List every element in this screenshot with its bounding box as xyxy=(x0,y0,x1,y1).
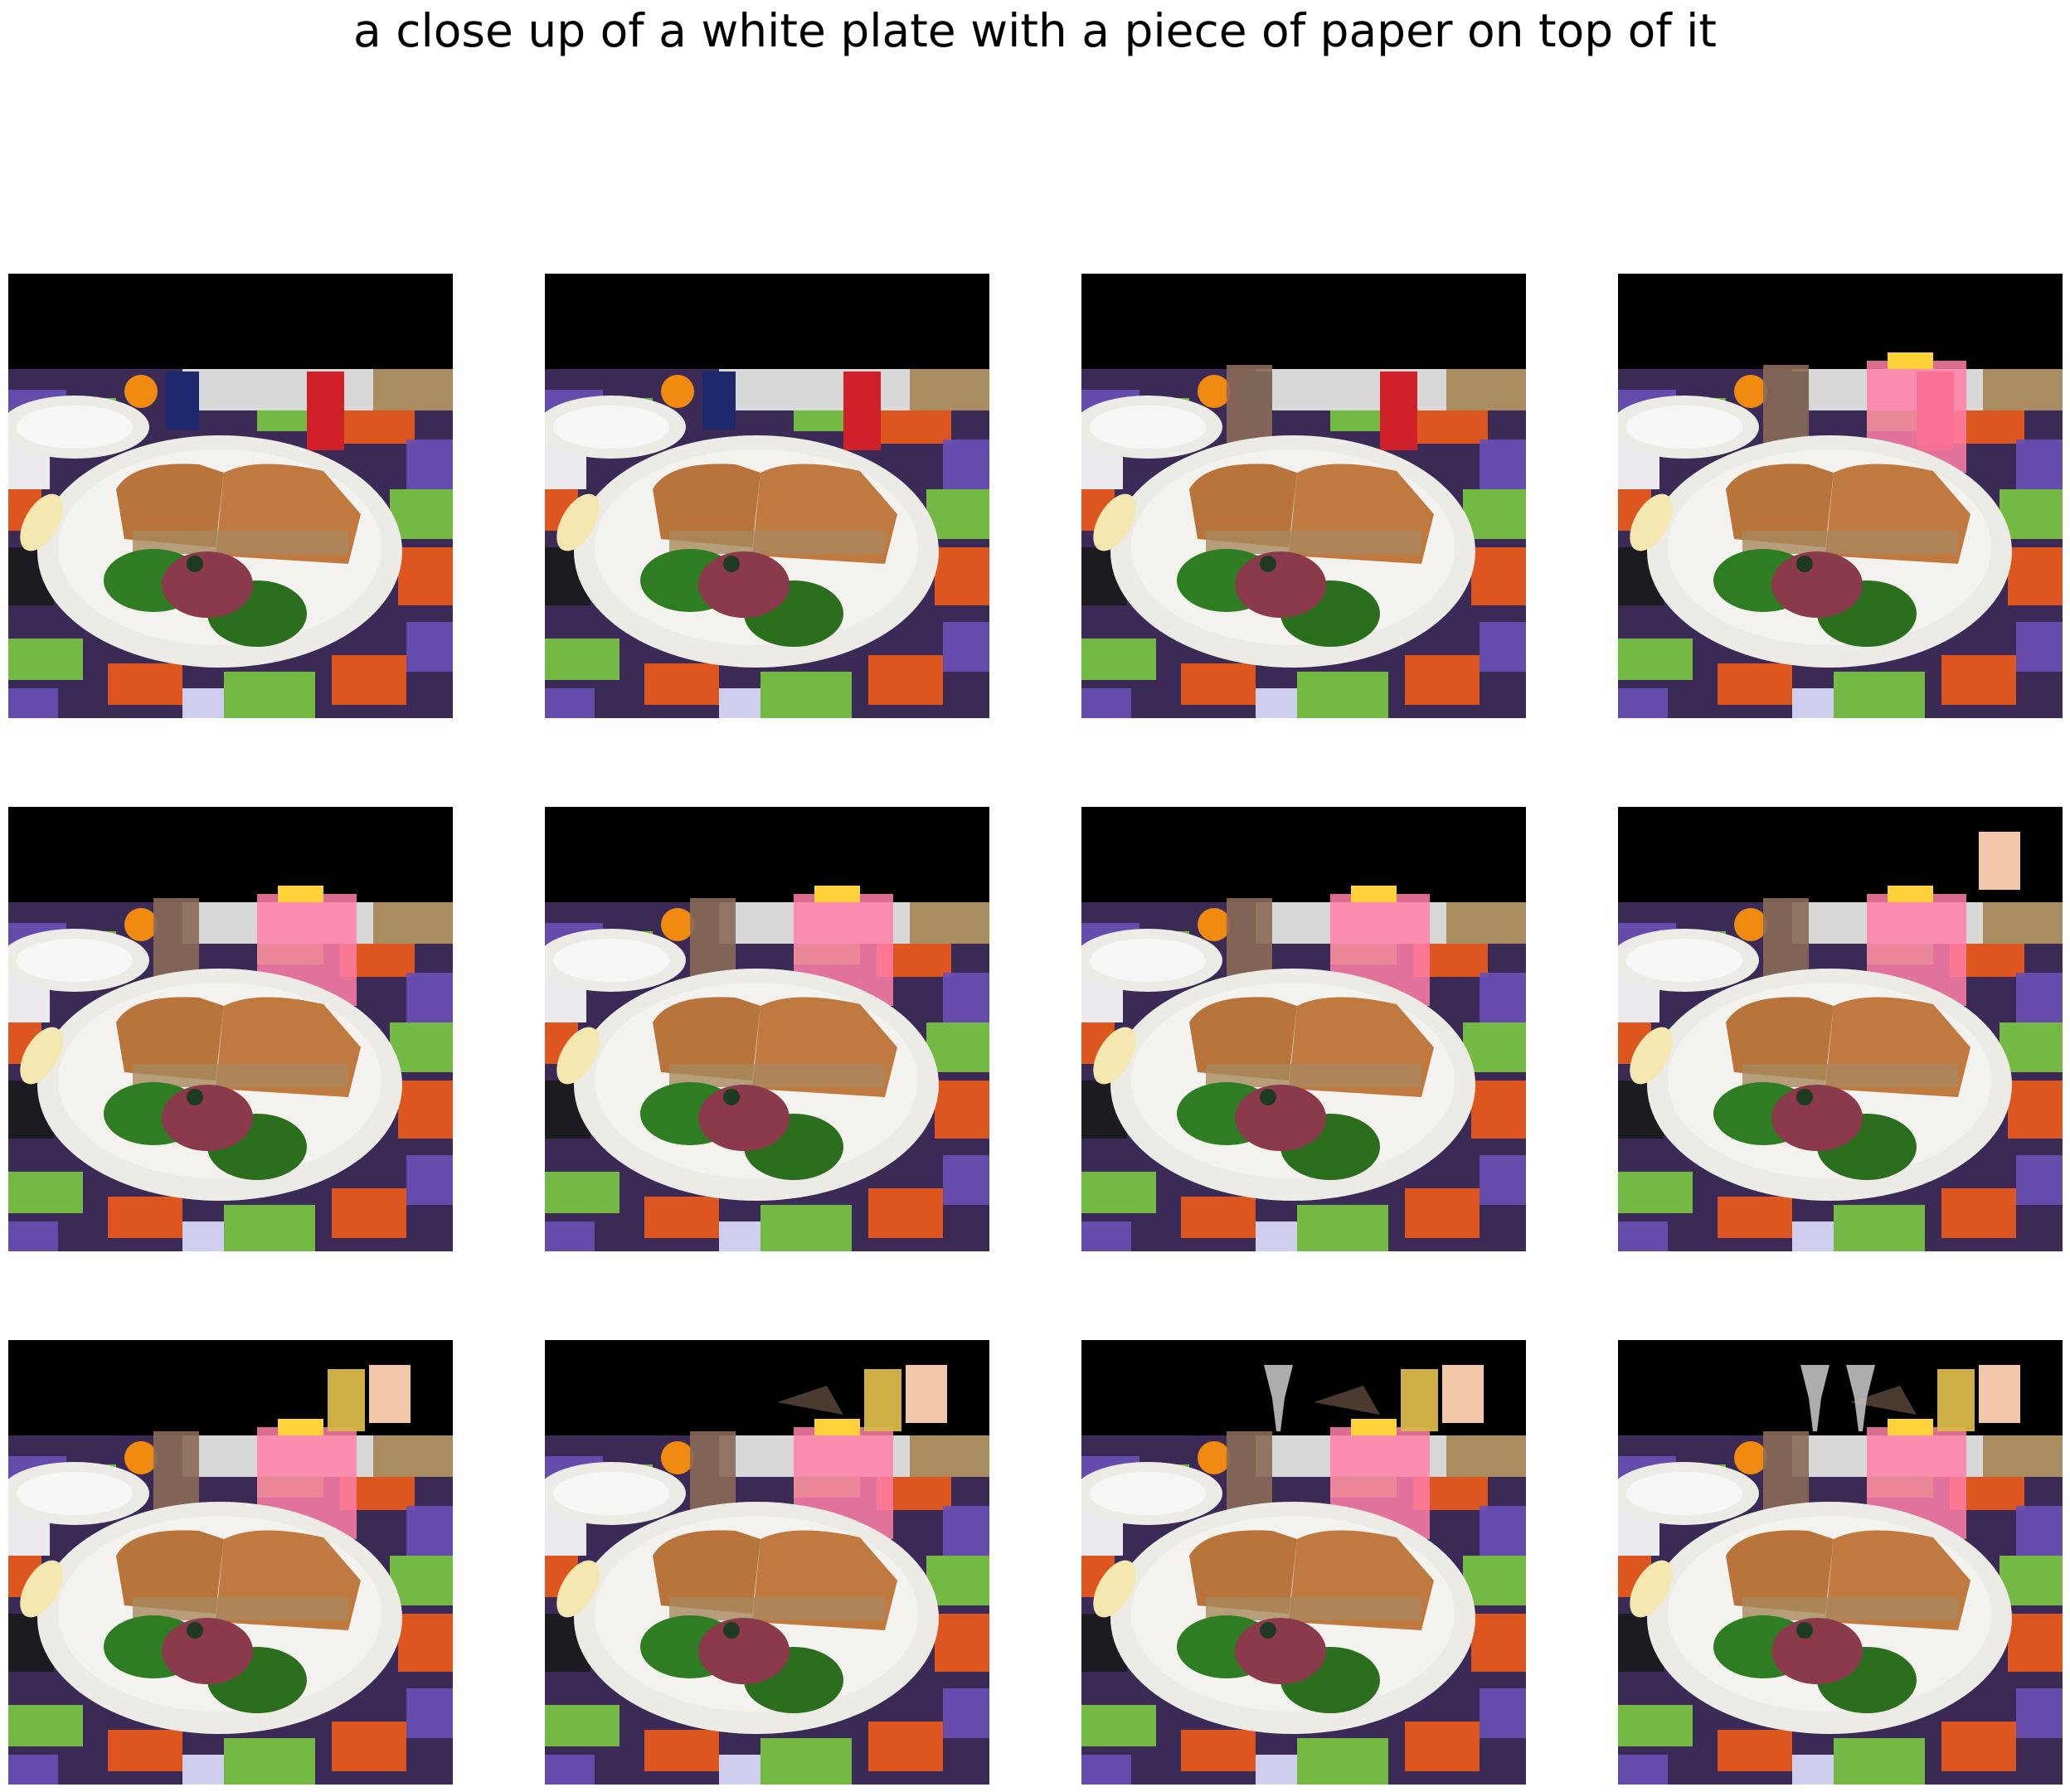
generated-image-9 xyxy=(8,1340,453,1785)
figure-title: a close up of a white plate with a piece… xyxy=(353,4,1717,57)
generated-image-3 xyxy=(1081,274,1526,718)
generated-image-12 xyxy=(1618,1340,2063,1785)
generated-image-10 xyxy=(545,1340,989,1785)
generated-image-7 xyxy=(1081,807,1526,1251)
generated-image-8 xyxy=(1618,807,2063,1251)
generated-image-4 xyxy=(1618,274,2063,718)
generated-image-5 xyxy=(8,807,453,1251)
generated-image-6 xyxy=(545,807,989,1251)
generated-image-11 xyxy=(1081,1340,1526,1785)
generated-image-1 xyxy=(8,274,453,718)
generated-image-2 xyxy=(545,274,989,718)
